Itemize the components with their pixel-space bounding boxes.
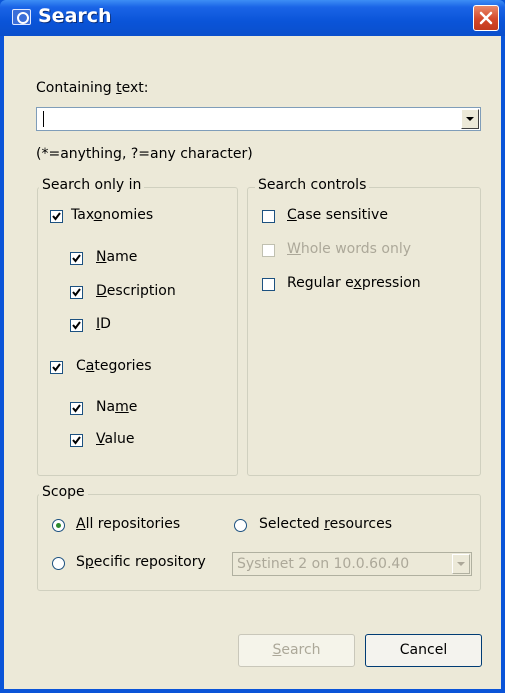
containing-text-combobox[interactable] [36, 107, 481, 131]
repository-select[interactable]: Systinet 2 on 10.0.60.40 [232, 552, 472, 576]
category-name-label: Name [96, 399, 138, 415]
title-bar[interactable]: Search [0, 0, 505, 36]
scope-title: Scope [39, 484, 88, 500]
taxonomy-name-label: Name [96, 249, 138, 265]
taxonomies-checkbox[interactable] [50, 210, 63, 223]
close-icon [479, 11, 493, 25]
combobox-dropdown-button[interactable] [461, 109, 479, 129]
taxonomy-name-checkbox[interactable] [70, 252, 83, 265]
search-controls-title: Search controls [255, 177, 370, 193]
dialog-body: Containing text: (*=anything, ?=any char… [4, 36, 501, 689]
search-only-in-title: Search only in [39, 177, 145, 193]
regular-expression-checkbox[interactable] [262, 278, 275, 291]
specific-repository-radio[interactable] [52, 557, 65, 570]
category-value-checkbox[interactable] [70, 434, 83, 447]
repository-select-value: Systinet 2 on 10.0.60.40 [237, 556, 410, 572]
search-button[interactable]: Search [238, 634, 355, 667]
chevron-down-icon [457, 562, 465, 566]
text-caret [43, 111, 44, 127]
taxonomy-id-checkbox[interactable] [70, 319, 83, 332]
search-controls-group [247, 187, 481, 476]
all-repositories-radio[interactable] [52, 519, 65, 532]
whole-words-label: Whole words only [287, 241, 412, 257]
regular-expression-label: Regular expression [287, 275, 421, 291]
all-repositories-label: All repositories [76, 516, 181, 532]
whole-words-checkbox[interactable] [262, 244, 275, 257]
containing-text-label: Containing text: [36, 80, 149, 96]
taxonomy-description-checkbox[interactable] [70, 286, 83, 299]
check-icon [52, 363, 61, 372]
taxonomy-id-label: ID [96, 316, 111, 332]
category-name-checkbox[interactable] [70, 402, 83, 415]
case-sensitive-label: Case sensitive [287, 207, 388, 223]
category-value-label: Value [96, 431, 135, 447]
repository-select-dropdown-button[interactable] [452, 554, 470, 574]
chevron-down-icon [466, 117, 474, 121]
wildcard-hint: (*=anything, ?=any character) [36, 146, 253, 162]
app-icon [12, 9, 31, 25]
scope-group [37, 494, 481, 591]
selected-resources-radio[interactable] [234, 519, 247, 532]
categories-checkbox[interactable] [50, 361, 63, 374]
close-button[interactable] [473, 5, 499, 31]
selected-resources-label: Selected resources [259, 516, 392, 532]
categories-label: Categories [76, 358, 152, 374]
check-icon [72, 321, 81, 330]
taxonomies-label: Taxonomies [71, 207, 154, 223]
check-icon [72, 254, 81, 263]
check-icon [72, 436, 81, 445]
search-dialog: Search Containing text: (*=anything, ?=a… [0, 0, 505, 693]
search-only-in-group [37, 187, 238, 476]
taxonomy-description-label: Description [96, 283, 176, 299]
cancel-button[interactable]: Cancel [365, 634, 482, 667]
specific-repository-label: Specific repository [76, 554, 206, 570]
window-title: Search [38, 5, 112, 27]
check-icon [52, 212, 61, 221]
case-sensitive-checkbox[interactable] [262, 210, 275, 223]
check-icon [72, 404, 81, 413]
check-icon [72, 288, 81, 297]
